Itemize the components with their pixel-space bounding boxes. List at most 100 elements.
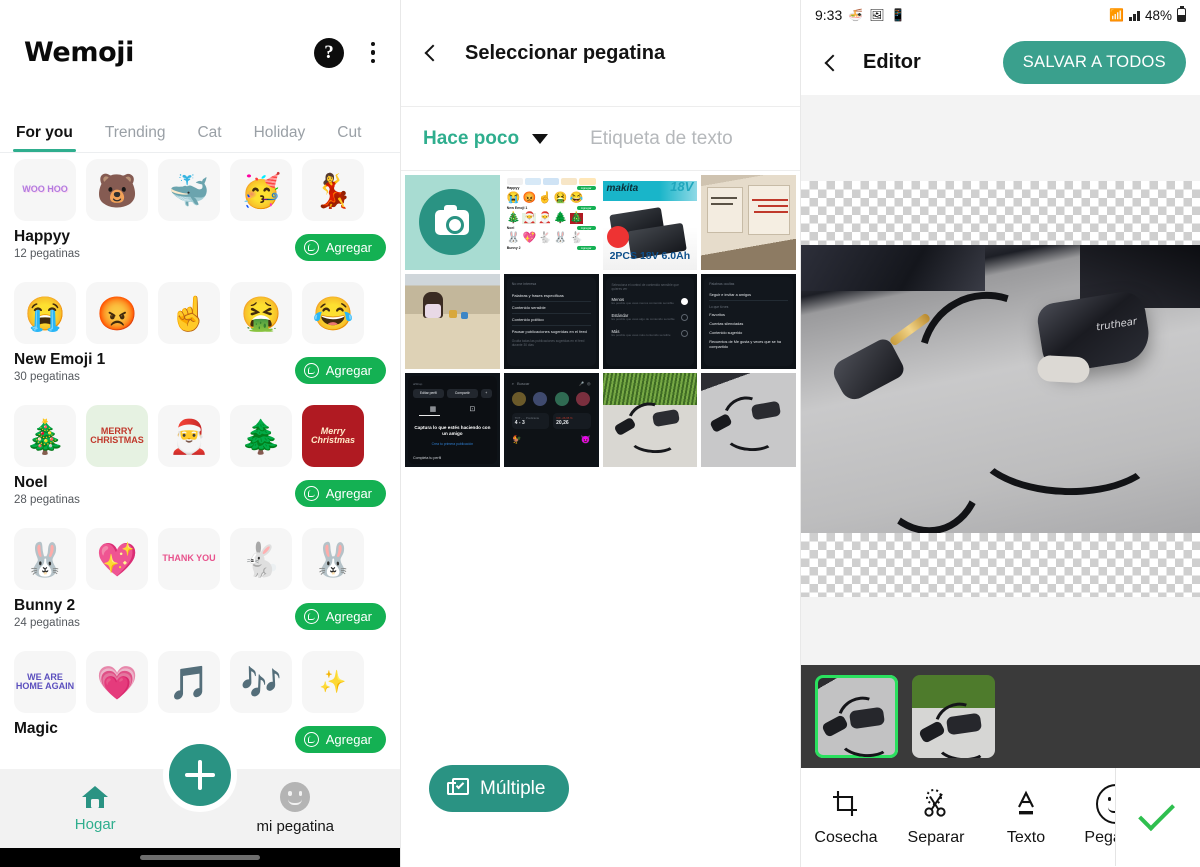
save-all-button[interactable]: SALVAR A TODOS — [1002, 41, 1186, 84]
sticker-thumb[interactable]: MERRY CHRISTMAS — [86, 405, 148, 467]
add-to-whatsapp-button[interactable]: Agregar — [294, 726, 386, 753]
editor-canvas[interactable]: truthear — [801, 95, 1200, 665]
add-to-whatsapp-button[interactable]: Agregar — [294, 480, 386, 507]
filmstrip-thumb[interactable] — [912, 675, 995, 758]
profile-headline: Captura lo que estés haciendo con un ami… — [414, 425, 491, 436]
gallery-item[interactable]: Selecciona el control de contenido sensi… — [602, 273, 698, 369]
sticker-thumb[interactable]: 🐰 — [302, 528, 364, 590]
filmstrip-thumb[interactable] — [815, 675, 898, 758]
caret-down-icon[interactable] — [532, 133, 549, 144]
sticker-thumb[interactable]: 💃 — [302, 159, 364, 221]
kebab-menu-icon[interactable] — [370, 41, 376, 64]
sidebar-item-hogar[interactable]: Hogar — [0, 784, 190, 833]
chevron-left-icon[interactable] — [824, 54, 842, 71]
product-headline: 2PCS 18V 6.0Ah — [609, 249, 691, 262]
nav-label-hogar: Hogar — [74, 816, 116, 833]
sticker-thumb[interactable]: 😂 — [302, 282, 364, 344]
sticker-pack-row[interactable]: 🎄 MERRY CHRISTMAS 🎅 🌲 Merry Christmas No… — [14, 405, 386, 518]
tab-cat[interactable]: Cat — [197, 124, 221, 152]
sticker-thumb[interactable]: WE ARE HOME AGAIN — [14, 651, 76, 713]
sticker-glyph: ✨ — [319, 669, 347, 694]
gallery-item[interactable]: No me interesa Palabras y frases específ… — [503, 273, 599, 369]
page-title: Editor — [863, 51, 921, 73]
help-circle-icon[interactable]: ? — [314, 37, 344, 68]
tab-for-you[interactable]: For you — [13, 124, 76, 152]
sticker-pack-row[interactable]: 😭 😡 ☝️ 🤮 😂 New Emoji 1 30 pegatinas Agre… — [14, 282, 386, 395]
gallery-item[interactable] — [602, 372, 698, 468]
sticker-thumb[interactable]: 🤮 — [230, 282, 292, 344]
tab-hace-poco[interactable]: Hace poco — [423, 128, 549, 150]
sticker-glyph: 🥳 — [240, 171, 282, 209]
tab-cut[interactable]: Cut — [337, 124, 361, 152]
sticker-thumb[interactable]: 🎵 — [158, 651, 220, 713]
sticker-thumb[interactable]: 💗 — [86, 651, 148, 713]
canvas-image[interactable]: truthear — [801, 245, 1200, 533]
text-icon — [1011, 788, 1041, 820]
sticker-glyph: 💗 — [96, 663, 138, 701]
gallery-item[interactable] — [701, 372, 796, 468]
sticker-thumb[interactable]: 😡 — [86, 282, 148, 344]
sticker-thumb-label: MERRY CHRISTMAS — [90, 425, 144, 445]
app-icon: 📱 — [890, 8, 906, 22]
add-to-whatsapp-button[interactable]: Agregar — [294, 357, 386, 384]
gesture-handle[interactable] — [140, 855, 260, 860]
chevron-left-icon[interactable] — [424, 44, 442, 62]
tool-texto[interactable]: Texto — [981, 788, 1071, 847]
dark-row: Seguir e invitar a amigos — [709, 290, 788, 301]
camera-icon — [419, 189, 486, 256]
tool-label-texto: Texto — [1006, 828, 1046, 846]
sticker-thumb[interactable]: 🐻 — [86, 159, 148, 221]
add-to-whatsapp-button[interactable]: Agregar — [294, 603, 386, 630]
pack-thumbnails: 😭 😡 ☝️ 🤮 😂 — [14, 282, 386, 344]
add-button-label: Agregar — [325, 609, 372, 624]
multiple-label: Múltiple — [480, 777, 546, 799]
sticker-pack-row[interactable]: WOO HOO 🐻 🐳 🥳 💃 Happyy 12 pegatinas Agre… — [14, 159, 386, 272]
tool-separar[interactable]: Separar — [891, 788, 981, 847]
sticker-thumb[interactable]: WOO HOO — [14, 159, 76, 221]
sticker-thumb[interactable]: 🐰 — [14, 528, 76, 590]
sticker-thumb[interactable]: 🐳 — [158, 159, 220, 221]
gallery-item[interactable]: makita 18V 2PCS 18V 6.0Ah — [602, 175, 698, 270]
sticker-glyph: 🎄 — [24, 417, 66, 455]
add-sticker-fab[interactable] — [163, 738, 237, 812]
gallery-item[interactable]: Palabras ocultas Seguir e invitar a amig… — [701, 273, 796, 369]
status-bar: 9:33 🍜 🖼 📱 📶 48% — [801, 0, 1200, 30]
gallery-item[interactable] — [405, 273, 500, 369]
tab-trending[interactable]: Trending — [105, 124, 166, 152]
gallery-item[interactable] — [701, 175, 796, 270]
transparency-checker-top — [801, 181, 1200, 245]
sticker-glyph: 💖 — [96, 540, 138, 578]
sticker-thumb[interactable]: 🎅 — [158, 405, 220, 467]
sticker-thumb[interactable]: 😭 — [14, 282, 76, 344]
tab-holiday[interactable]: Holiday — [254, 124, 306, 152]
sticker-thumb[interactable]: 🥳 — [230, 159, 292, 221]
sticker-thumb[interactable]: ✨ — [302, 651, 364, 713]
sticker-thumb[interactable]: 🐇 — [230, 528, 292, 590]
sticker-thumb[interactable]: THANK YOU — [158, 528, 220, 590]
sticker-thumb[interactable]: 🎄 — [14, 405, 76, 467]
signal-bars-icon — [1129, 9, 1140, 21]
gallery-item[interactable]: alShop Editar perfil Compartir + ▦ ⊡ Capt… — [405, 372, 500, 468]
multiple-select-button[interactable]: Múltiple — [429, 765, 570, 812]
confirm-button[interactable] — [1115, 768, 1200, 866]
sticker-thumb[interactable]: 🎶 — [230, 651, 292, 713]
home-icon — [80, 784, 110, 810]
sticker-thumb[interactable]: 💖 — [86, 528, 148, 590]
tool-cosecha[interactable]: Cosecha — [801, 788, 891, 847]
sticker-thumb[interactable]: Merry Christmas — [302, 405, 364, 467]
transparency-checker-bottom — [801, 533, 1200, 597]
three-panel-screenshot: Wemoji ? For you Trending Cat Holiday Cu… — [0, 0, 1200, 867]
sticker-pack-row[interactable]: 🐰 💖 THANK YOU 🐇 🐰 Bunny 2 24 pegatinas A… — [14, 528, 386, 641]
gallery-item[interactable]: Happyy Agregar 😭 😡 ☝️ 🤮 😂 New Emoji 1 Agrega… — [503, 175, 599, 270]
camera-tile[interactable] — [405, 175, 500, 270]
gallery-item[interactable]: ⌕Buscar 🎤◎ TOT - ... Predicante 4 - 3 — [503, 372, 599, 468]
whatsapp-icon — [303, 609, 319, 624]
sticker-thumb[interactable]: ☝️ — [158, 282, 220, 344]
tab-etiqueta-de-texto[interactable]: Etiqueta de texto — [590, 128, 733, 150]
sticker-glyph: 🐻 — [96, 171, 138, 209]
earbud-tip — [1036, 354, 1091, 384]
sticker-thumb[interactable]: 🌲 — [230, 405, 292, 467]
pack-thumbnails: WE ARE HOME AGAIN 💗 🎵 🎶 ✨ — [14, 651, 386, 713]
add-to-whatsapp-button[interactable]: Agregar — [294, 234, 386, 261]
wifi-icon: 📶 — [1109, 8, 1125, 22]
